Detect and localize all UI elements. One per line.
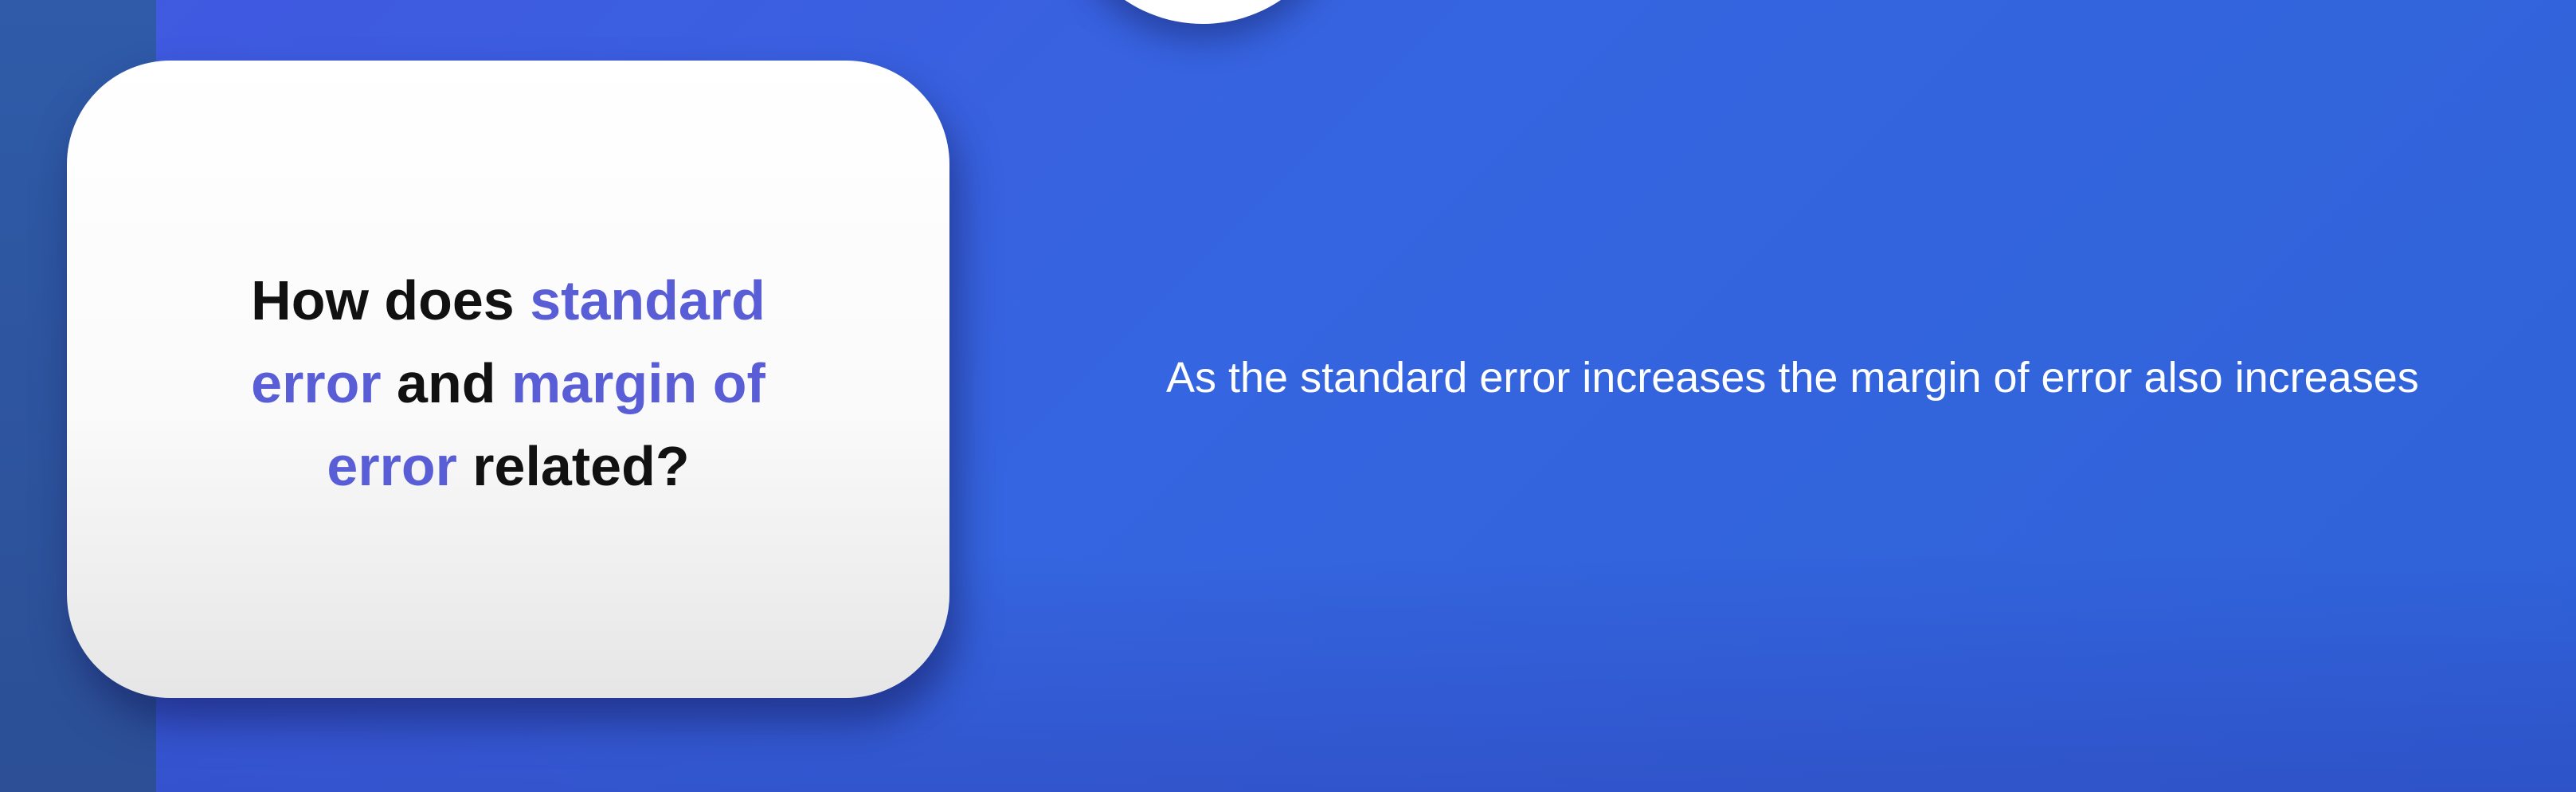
question-part: related? <box>456 435 690 497</box>
question-card: How does standard error and margin of er… <box>67 61 949 698</box>
answer-text: As the standard error increases the marg… <box>1166 354 2419 402</box>
question-part: and <box>381 352 511 414</box>
decorative-circle <box>1063 0 1342 24</box>
question-part: How does <box>251 269 530 331</box>
question-text: How does standard error and margin of er… <box>221 259 795 508</box>
